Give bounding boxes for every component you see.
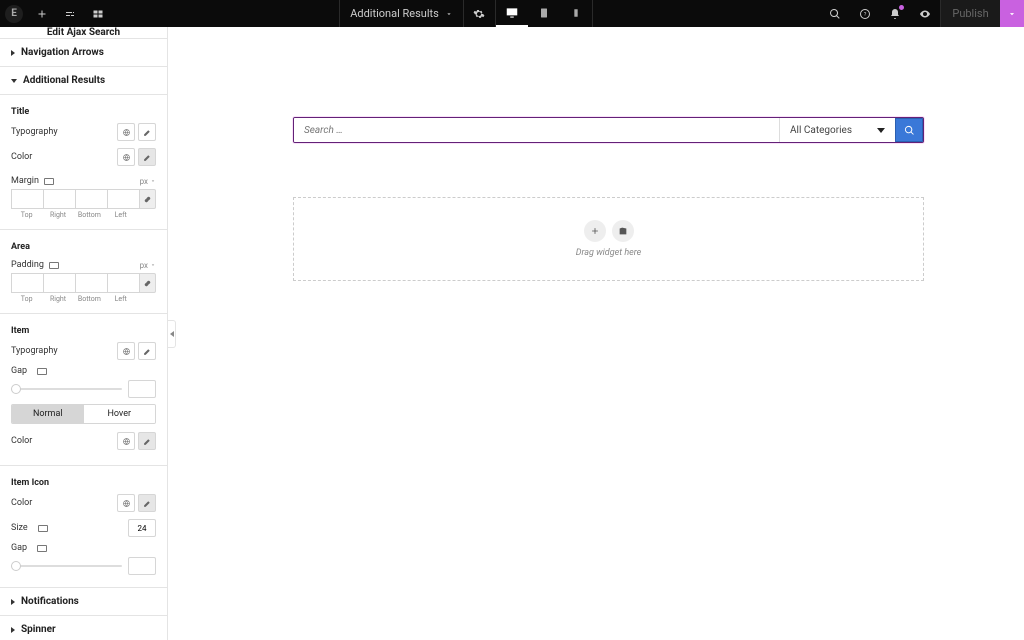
subheading-title: Title — [11, 107, 156, 117]
group-item: Item Typography Gap Normal Hover Color — [0, 314, 167, 466]
sidebar-collapse-handle[interactable] — [168, 320, 176, 348]
margin-right-input[interactable] — [43, 189, 75, 209]
icon-size-input[interactable] — [128, 519, 156, 537]
gap-value-input[interactable] — [128, 380, 156, 398]
add-widget-button[interactable] — [28, 0, 56, 27]
gap-slider[interactable] — [11, 380, 156, 398]
main: Edit Ajax Search Navigation Arrows Addit… — [0, 27, 1024, 640]
dropzone-text: Drag widget here — [576, 248, 642, 258]
search-button[interactable] — [895, 118, 923, 142]
section-spinner[interactable]: Spinner — [0, 616, 167, 640]
row-item-color: Color — [11, 430, 156, 452]
panel-settings-button[interactable] — [56, 0, 84, 27]
device-mobile[interactable] — [560, 0, 592, 27]
sidebar: Edit Ajax Search Navigation Arrows Addit… — [0, 27, 168, 640]
responsive-icon[interactable] — [44, 178, 54, 185]
global-color-button[interactable] — [117, 494, 135, 512]
padding-bottom-input[interactable] — [75, 273, 107, 293]
edit-typography-button[interactable] — [138, 342, 156, 360]
responsive-icon[interactable] — [37, 368, 47, 375]
color-picker-button[interactable] — [138, 494, 156, 512]
device-tablet[interactable] — [528, 0, 560, 27]
svg-text:?: ? — [864, 12, 867, 18]
topbar-right: ? Publish — [820, 0, 1024, 27]
responsive-icon[interactable] — [38, 525, 48, 532]
chevron-down-icon — [11, 79, 17, 83]
link-values-button[interactable] — [139, 189, 156, 209]
row-title-color: Color — [11, 146, 156, 168]
global-color-button[interactable] — [117, 148, 135, 166]
global-style-button[interactable] — [117, 123, 135, 141]
page-settings-button[interactable] — [464, 0, 496, 27]
ajax-search-widget: All Categories — [293, 117, 924, 143]
topbar: E Additional Results — [0, 0, 1024, 27]
margin-bottom-input[interactable] — [75, 189, 107, 209]
empty-section-dropzone[interactable]: Drag widget here — [293, 197, 924, 281]
chevron-right-icon — [11, 50, 15, 56]
icon-gap-input[interactable] — [128, 557, 156, 575]
padding-top-input[interactable] — [11, 273, 43, 293]
row-icon-size: Size — [11, 517, 156, 539]
padding-inputs — [11, 273, 156, 293]
publish-options-button[interactable] — [1000, 0, 1024, 27]
chevron-right-icon — [11, 627, 15, 633]
section-additional-results[interactable]: Additional Results — [0, 67, 167, 95]
subheading-area: Area — [11, 242, 156, 252]
group-area: Area Padding px Top Right Bottom Left — [0, 230, 167, 314]
unit-select[interactable]: px — [140, 177, 156, 186]
responsive-icon[interactable] — [37, 545, 47, 552]
category-dropdown[interactable]: All Categories — [779, 118, 895, 142]
row-margin: Margin px — [11, 176, 156, 186]
tab-normal[interactable]: Normal — [12, 405, 84, 423]
global-style-button[interactable] — [117, 342, 135, 360]
topbar-center: Additional Results — [339, 0, 593, 27]
row-item-typography: Typography — [11, 340, 156, 362]
topbar-left: E — [0, 0, 112, 27]
link-values-button[interactable] — [139, 273, 156, 293]
preview-button[interactable] — [910, 0, 940, 27]
unit-select[interactable]: px — [140, 261, 156, 270]
add-template-button[interactable] — [612, 220, 634, 242]
breadcrumb-label: Additional Results — [350, 7, 439, 20]
responsive-icon[interactable] — [49, 262, 59, 269]
finder-button[interactable] — [820, 0, 850, 27]
section-navigation-arrows[interactable]: Navigation Arrows — [0, 39, 167, 67]
structure-button[interactable] — [84, 0, 112, 27]
chevron-down-icon — [877, 128, 885, 133]
device-desktop[interactable] — [496, 0, 528, 27]
device-switcher — [496, 0, 593, 27]
margin-inputs — [11, 189, 156, 209]
margin-left-input[interactable] — [107, 189, 139, 209]
icon-gap-slider[interactable] — [11, 557, 156, 575]
chevron-right-icon — [11, 599, 15, 605]
edit-typography-button[interactable] — [138, 123, 156, 141]
color-picker-button[interactable] — [138, 432, 156, 450]
subheading-item-icon: Item Icon — [11, 478, 156, 488]
global-color-button[interactable] — [117, 432, 135, 450]
color-picker-button[interactable] — [138, 148, 156, 166]
row-icon-color: Color — [11, 492, 156, 514]
search-input[interactable] — [294, 118, 779, 142]
tab-hover[interactable]: Hover — [84, 405, 156, 423]
canvas: All Categories Drag widget here — [168, 27, 1024, 640]
breadcrumb[interactable]: Additional Results — [339, 0, 464, 27]
state-tabs: Normal Hover — [11, 404, 156, 424]
sidebar-title: Edit Ajax Search — [0, 27, 167, 39]
padding-left-input[interactable] — [107, 273, 139, 293]
help-button[interactable]: ? — [850, 0, 880, 27]
group-item-icon: Item Icon Color Size Gap — [0, 466, 167, 587]
group-title: Title Typography Color Margin px — [0, 95, 167, 230]
section-notifications[interactable]: Notifications — [0, 587, 167, 616]
padding-right-input[interactable] — [43, 273, 75, 293]
notifications-button[interactable] — [880, 0, 910, 27]
row-title-typography: Typography — [11, 121, 156, 143]
row-padding: Padding px — [11, 260, 156, 270]
elementor-logo[interactable]: E — [0, 5, 28, 23]
margin-top-input[interactable] — [11, 189, 43, 209]
add-widget-button[interactable] — [584, 220, 606, 242]
publish-button: Publish — [940, 0, 1000, 27]
subheading-item: Item — [11, 326, 156, 336]
